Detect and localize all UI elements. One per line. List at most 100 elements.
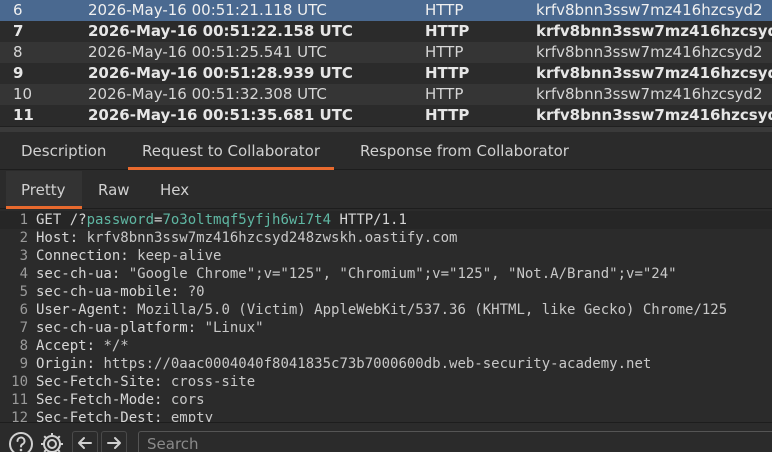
tab-hex[interactable]: Hex xyxy=(160,171,189,209)
arrow-right-icon[interactable] xyxy=(101,431,127,452)
row-payload: krfv8bnn3ssw7mz416hzcsyd2 xyxy=(536,64,772,82)
table-row[interactable]: 11 2026-May-16 00:51:35.681 UTC HTTP krfv8b… xyxy=(0,105,772,126)
row-type: HTTP xyxy=(425,85,464,103)
row-time: 2026-May-16 00:51:22.158 UTC xyxy=(88,22,353,40)
bottom-toolbar xyxy=(0,422,772,452)
row-number: 10 xyxy=(13,85,33,103)
row-number: 8 xyxy=(13,43,23,61)
code-line: 10 Sec-Fetch-Site: cross-site xyxy=(0,373,772,391)
help-icon[interactable] xyxy=(8,431,34,452)
line-number: 9 xyxy=(19,356,28,372)
tab-raw[interactable]: Raw xyxy=(98,171,130,209)
code-text: sec-ch-ua: "Google Chrome";v="125", "Chr… xyxy=(36,265,677,283)
code-token: 7o3oltmqf5yfjh6wi7t4 xyxy=(162,212,332,228)
code-token: Sec-Fetch-Dest: xyxy=(36,410,171,422)
row-number: 11 xyxy=(13,106,34,124)
code-token: sec-ch-ua: xyxy=(36,266,129,282)
request-editor[interactable]: 1 GET /?password=7o3oltmqf5yfjh6wi7t4 HTT… xyxy=(0,211,772,422)
code-text: sec-ch-ua-mobile: ?0 xyxy=(36,283,205,301)
code-token: Sec-Fetch-Site: xyxy=(36,374,171,390)
code-line: 4 sec-ch-ua: "Google Chrome";v="125", "Ch… xyxy=(0,265,772,283)
row-time: 2026-May-16 00:51:25.541 UTC xyxy=(88,43,327,61)
tab-description[interactable]: Description xyxy=(21,132,106,170)
table-row[interactable]: 10 2026-May-16 00:51:32.308 UTC HTTP krfv8b… xyxy=(0,84,772,105)
table-row[interactable]: 7 2026-May-16 00:51:22.158 UTC HTTP krfv8bn… xyxy=(0,21,772,42)
row-payload: krfv8bnn3ssw7mz416hzcsyd2 xyxy=(536,1,763,19)
code-token: GET /? xyxy=(36,212,87,228)
code-token: HTTP/1.1 xyxy=(331,212,407,228)
code-token: */* xyxy=(103,338,129,354)
code-token: "Google Chrome";v="125", "Chromium";v="1… xyxy=(128,266,677,282)
table-row[interactable]: 9 2026-May-16 00:51:28.939 UTC HTTP krfv8bn… xyxy=(0,63,772,84)
code-token: sec-ch-ua-platform: xyxy=(36,320,205,336)
code-text: Sec-Fetch-Mode: cors xyxy=(36,391,205,409)
tab-pretty[interactable]: Pretty xyxy=(6,171,82,209)
table-row[interactable]: 8 2026-May-16 00:51:25.541 UTC HTTP krfv8bn… xyxy=(0,42,772,63)
line-number: 11 xyxy=(11,392,28,408)
code-text: Sec-Fetch-Site: cross-site xyxy=(36,373,255,391)
detail-tabs: Description Request to Collaborator Resp… xyxy=(0,132,772,170)
code-text: GET /?password=7o3oltmqf5yfjh6wi7t4 HTTP… xyxy=(36,211,407,229)
row-payload: krfv8bnn3ssw7mz416hzcsyd2 xyxy=(536,22,772,40)
row-time: 2026-May-16 00:51:28.939 UTC xyxy=(88,64,353,82)
code-line: 11 Sec-Fetch-Mode: cors xyxy=(0,391,772,409)
code-token: Accept: xyxy=(36,338,104,354)
arrow-left-icon[interactable] xyxy=(72,431,98,452)
row-type: HTTP xyxy=(425,22,470,40)
code-text: Host: krfv8bnn3ssw7mz416hzcsyd248zwskh.o… xyxy=(36,229,457,247)
line-number: 10 xyxy=(11,374,28,390)
code-token: sec-ch-ua-mobile: xyxy=(36,284,188,300)
line-number: 6 xyxy=(19,302,28,318)
line-number: 1 xyxy=(19,212,28,228)
code-line: 2 Host: krfv8bnn3ssw7mz416hzcsyd248zwskh.… xyxy=(0,229,772,247)
search-input[interactable] xyxy=(138,431,772,452)
line-number: 2 xyxy=(19,230,28,246)
row-payload: krfv8bnn3ssw7mz416hzcsyd2 xyxy=(536,85,763,103)
row-payload: krfv8bnn3ssw7mz416hzcsyd2 xyxy=(536,106,772,124)
code-line: 1 GET /?password=7o3oltmqf5yfjh6wi7t4 HTT… xyxy=(0,211,772,229)
gear-icon[interactable] xyxy=(39,431,65,452)
table-row[interactable]: 6 2026-May-16 00:51:21.118 UTC HTTP krfv8bn… xyxy=(0,0,772,21)
row-type: HTTP xyxy=(425,43,464,61)
tab-request-to-collaborator[interactable]: Request to Collaborator xyxy=(128,132,334,170)
line-number: 12 xyxy=(11,410,28,422)
code-text: Origin: https://0aac0004040f8041835c73b7… xyxy=(36,355,651,373)
code-line: 12 Sec-Fetch-Dest: empty xyxy=(0,409,772,422)
code-token: password xyxy=(86,212,155,228)
code-token: Sec-Fetch-Mode: xyxy=(36,392,171,408)
line-number: 4 xyxy=(19,266,28,282)
code-token: Mozilla/5.0 (Victim) AppleWebKit/537.36 … xyxy=(137,302,728,318)
code-text: Accept: */* xyxy=(36,337,129,355)
line-number: 7 xyxy=(19,320,28,336)
code-line: 8 Accept: */* xyxy=(0,337,772,355)
code-text: Sec-Fetch-Dest: empty xyxy=(36,409,213,422)
row-type: HTTP xyxy=(425,1,464,19)
code-token: Connection: xyxy=(36,248,138,264)
code-text: User-Agent: Mozilla/5.0 (Victim) AppleWe… xyxy=(36,301,727,319)
code-text: Connection: keep-alive xyxy=(36,247,221,265)
row-time: 2026-May-16 00:51:35.681 UTC xyxy=(88,106,353,124)
code-token: Host: xyxy=(36,230,87,246)
tab-response-from-collaborator[interactable]: Response from Collaborator xyxy=(360,132,569,170)
code-line: 7 sec-ch-ua-platform: "Linux" xyxy=(0,319,772,337)
code-token: krfv8bnn3ssw7mz416hzcsyd248zwskh.oastify… xyxy=(86,230,458,246)
code-token: cross-site xyxy=(170,374,256,390)
code-token: ?0 xyxy=(187,284,205,300)
code-line: 3 Connection: keep-alive xyxy=(0,247,772,265)
code-token: https://0aac0004040f8041835c73b7000600db… xyxy=(103,356,652,372)
row-time: 2026-May-16 00:51:21.118 UTC xyxy=(88,1,327,19)
row-payload: krfv8bnn3ssw7mz416hzcsyd2 xyxy=(536,43,763,61)
code-token: Origin: xyxy=(36,356,104,372)
line-number: 8 xyxy=(19,338,28,354)
code-token: empty xyxy=(170,410,214,422)
view-mode-tabs: Pretty Raw Hex xyxy=(0,171,772,209)
code-token: User-Agent: xyxy=(36,302,138,318)
row-number: 9 xyxy=(13,64,24,82)
row-type: HTTP xyxy=(425,64,470,82)
line-number: 3 xyxy=(19,248,28,264)
row-type: HTTP xyxy=(425,106,470,124)
line-number: 5 xyxy=(19,284,28,300)
interactions-table: 6 2026-May-16 00:51:21.118 UTC HTTP krfv8bn… xyxy=(0,0,772,126)
code-text: sec-ch-ua-platform: "Linux" xyxy=(36,319,264,337)
code-line: 5 sec-ch-ua-mobile: ?0 xyxy=(0,283,772,301)
